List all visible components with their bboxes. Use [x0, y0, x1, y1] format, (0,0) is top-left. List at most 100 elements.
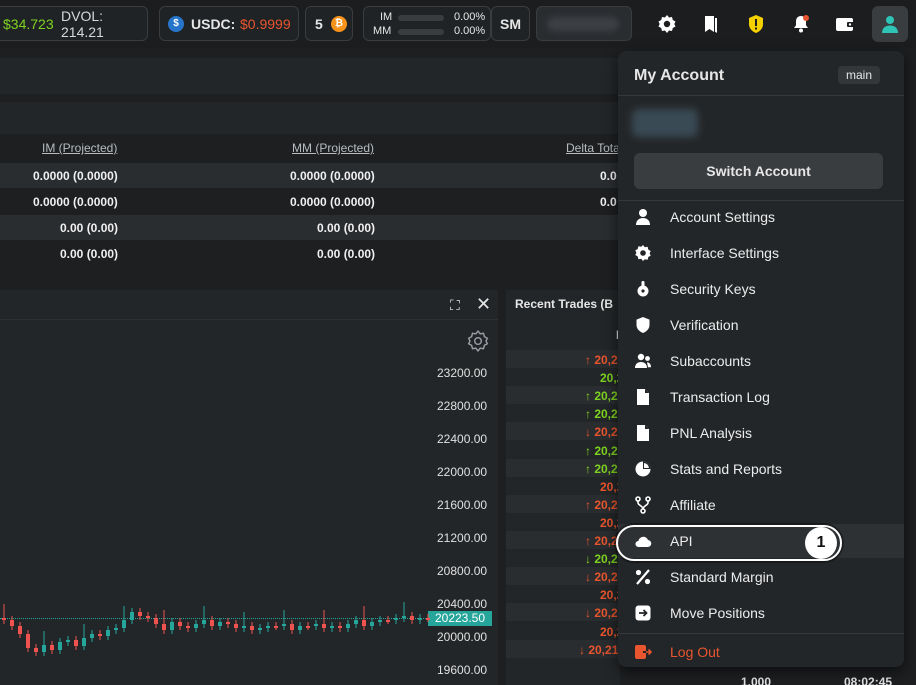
delta-total-header[interactable]: Delta Tota — [566, 141, 620, 155]
trade-row: 20,2 — [506, 585, 623, 603]
candle-body — [210, 620, 214, 626]
usdc-pill[interactable]: $ USDC: $0.9999 — [159, 6, 299, 41]
trade-row: ↑ 20,2 — [506, 386, 620, 405]
index-price: $34.723 — [3, 15, 54, 32]
table-cell: 0.0 — [600, 169, 617, 183]
blurred-account-info — [632, 109, 698, 137]
trade-price: ↑ 20,2 — [585, 389, 618, 404]
candle-body — [106, 630, 110, 636]
close-icon[interactable]: ✕ — [476, 294, 491, 315]
index-price-pill[interactable]: $34.723 DVOL: 214.21 — [0, 6, 148, 41]
expand-icon[interactable]: ⛶ — [450, 297, 460, 314]
menu-divider — [618, 633, 904, 634]
trade-row: ↑ 20,2 — [506, 350, 620, 368]
account-avatar-button[interactable] — [872, 6, 908, 42]
candle-body — [282, 624, 286, 626]
blurred-account-pill[interactable] — [536, 6, 632, 41]
bookmarks-icon[interactable] — [694, 7, 728, 41]
y-tick-label: 20800.00 — [437, 564, 488, 578]
trade-price: ↓ 20,2 — [585, 425, 618, 440]
y-tick-label: 20000.00 — [437, 630, 488, 644]
menu-item-label: PNL Analysis — [670, 425, 752, 441]
trade-price: ↓ 20,2 — [585, 552, 618, 567]
menu-item-transaction-log[interactable]: Transaction Log — [618, 380, 904, 414]
trade-price: ↓ 20,2 — [585, 570, 618, 585]
trade-row: 20,2 — [506, 477, 623, 495]
im-bar — [398, 15, 444, 21]
candle-body — [42, 645, 46, 652]
candle-body — [290, 624, 294, 630]
menu-item-pnl-analysis[interactable]: PNL Analysis — [618, 416, 904, 450]
btc-pill[interactable]: 5 ₿ — [305, 6, 353, 41]
table-cell: 0.0000 (0.0000) — [290, 169, 375, 183]
wallet-icon[interactable] — [828, 7, 862, 41]
candle-body — [242, 626, 246, 628]
im-value: 0.00% — [454, 11, 486, 23]
candle-body — [426, 618, 430, 620]
y-tick-label: 21600.00 — [437, 498, 488, 512]
switch-account-button[interactable]: Switch Account — [634, 153, 883, 189]
menu-item-interface-settings[interactable]: Interface Settings — [618, 236, 904, 270]
candle-body — [10, 620, 14, 626]
candle-body — [298, 626, 302, 630]
candle-body — [178, 622, 182, 626]
trade-time: 08:02:45 — [844, 675, 893, 685]
usdc-icon: $ — [168, 15, 184, 32]
candle-body — [26, 634, 30, 648]
candle-body — [34, 648, 38, 652]
margin-mode-button[interactable]: SM — [491, 6, 530, 41]
menu-item-label: Subaccounts — [670, 353, 751, 369]
trade-row: ↑ 20,2 — [506, 494, 620, 513]
dvol-value: DVOL: 214.21 — [61, 7, 104, 40]
settings-gear-icon[interactable] — [650, 7, 684, 41]
security-shield-icon[interactable] — [739, 7, 773, 41]
candle-body — [58, 642, 62, 650]
im-projected-header[interactable]: IM (Projected) — [42, 141, 117, 155]
candle-body — [370, 622, 374, 626]
table-cell: 0.0 — [600, 195, 617, 209]
candle-body — [186, 626, 190, 628]
trade-price: ↑ 20,2 — [585, 353, 618, 367]
mm-projected-header[interactable]: MM (Projected) — [292, 141, 374, 155]
table-cell: 0.0000 (0.0000) — [290, 195, 375, 209]
candle-body — [234, 624, 238, 628]
candle-body — [274, 626, 278, 628]
chart-settings-icon[interactable] — [467, 330, 489, 352]
y-tick-label: 23200.00 — [437, 366, 488, 380]
trade-row: ↑ 20,2 — [506, 404, 620, 422]
arrow-box-icon — [635, 605, 651, 621]
menu-item-move-positions[interactable]: Move Positions — [618, 596, 904, 630]
trade-row: ↓ 20,2 — [506, 422, 620, 441]
notifications-bell-icon[interactable] — [784, 7, 818, 41]
trade-price: ↑ 20,2 — [585, 443, 618, 458]
menu-item-security-keys[interactable]: Security Keys — [618, 272, 904, 306]
table-cell: 0.00 (0.00) — [60, 247, 119, 261]
usdc-value: $0.9999 — [240, 15, 291, 32]
margin-pill[interactable]: IM 0.00% MM 0.00% — [363, 6, 491, 41]
trade-price: ↑ 20,2 — [585, 497, 618, 512]
last-price-label: 20223.50 — [428, 611, 492, 626]
menu-item-affiliate[interactable]: Affiliate — [618, 488, 904, 522]
candle-body — [258, 628, 262, 630]
candle-body — [170, 622, 174, 630]
menu-item-label: Stats and Reports — [670, 461, 783, 477]
candle-body — [66, 640, 70, 642]
menu-item-account-settings[interactable]: Account Settings — [618, 200, 904, 234]
trade-price: ↑ 20,2 — [585, 461, 618, 476]
candle-body — [82, 638, 86, 646]
blurred-account-name — [547, 16, 619, 31]
trade-row: ↓ 20,2 — [506, 549, 620, 567]
trade-row: 20,2 — [506, 622, 623, 640]
menu-item-standard-margin[interactable]: Standard Margin — [618, 560, 904, 594]
menu-item-stats-and-reports[interactable]: Stats and Reports — [618, 452, 904, 486]
menu-item-log-out[interactable]: Log Out — [618, 635, 904, 669]
menu-item-verification[interactable]: Verification — [618, 308, 904, 342]
file-icon — [637, 425, 649, 441]
table-row: 0.0000 (0.0000) 0.0000 (0.0000) 0.0 — [0, 189, 620, 214]
menu-item-label: Security Keys — [670, 281, 756, 297]
pie-chart-icon — [635, 461, 651, 477]
account-type-badge: main — [838, 66, 881, 84]
menu-item-label: Standard Margin — [670, 569, 774, 585]
positions-table: IM (Projected) MM (Projected) Delta Tota… — [0, 134, 620, 280]
menu-item-subaccounts[interactable]: Subaccounts — [618, 344, 904, 378]
